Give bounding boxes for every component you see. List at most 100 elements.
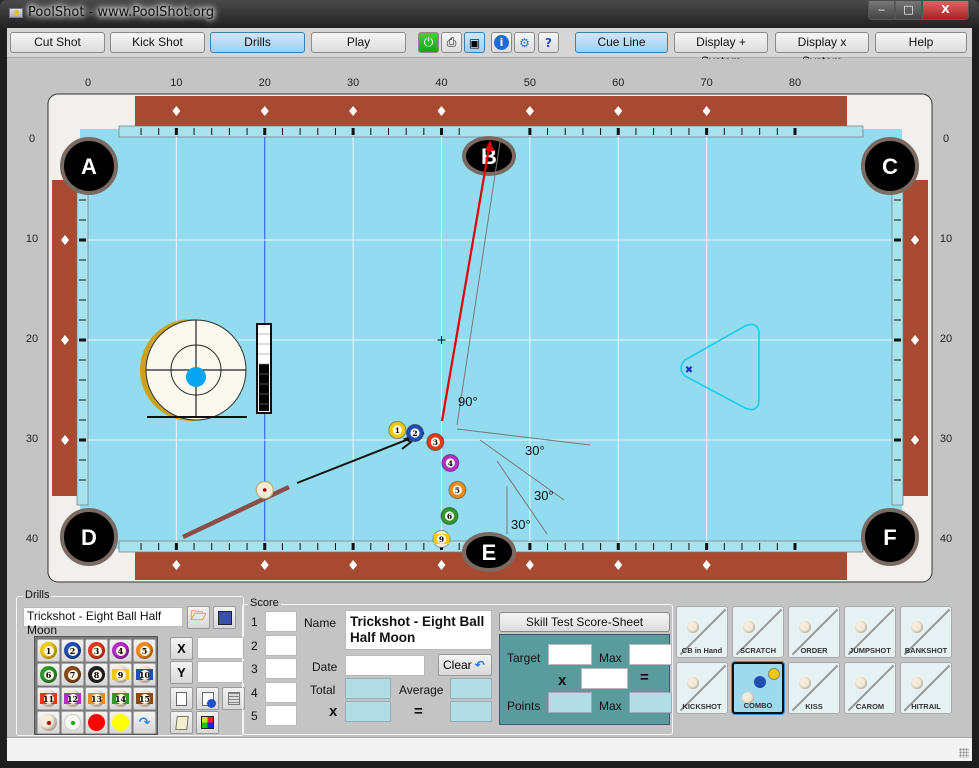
play-button[interactable]: Play <box>311 32 406 53</box>
y-coordinate-input[interactable] <box>197 661 244 683</box>
ball-button-12[interactable]: 12 <box>61 687 84 710</box>
color-grid-icon <box>201 716 214 729</box>
skill-test-score-sheet-button[interactable]: Skill Test Score-Sheet <box>499 612 670 632</box>
new-drill-button[interactable] <box>170 687 193 710</box>
ball-button-9[interactable]: 9 <box>109 663 132 686</box>
ball-button-11[interactable]: 11 <box>37 687 60 710</box>
app-logo-icon <box>9 8 23 18</box>
shot-type-kickshot-button[interactable]: KICKSHOT <box>676 662 728 714</box>
cut-shot-button[interactable]: Cut Shot <box>10 32 105 53</box>
rail-tick <box>370 128 372 135</box>
maximize-button[interactable]: □ <box>895 1 922 20</box>
title-bar[interactable]: PoolShot - www.PoolShot.org ‒ □ X <box>0 0 979 28</box>
multiplier-input[interactable] <box>581 668 628 689</box>
ball-button-8[interactable]: 8 <box>85 663 108 686</box>
yellow-marker-button[interactable] <box>109 711 132 734</box>
ball-button-2[interactable]: 2 <box>61 639 84 662</box>
power-icon: ⏻ <box>423 35 434 49</box>
score-row-input[interactable] <box>265 705 297 726</box>
ball-button-3[interactable]: 3 <box>85 639 108 662</box>
minimize-button[interactable]: ‒ <box>868 1 895 20</box>
ball-button-6[interactable]: 6 <box>37 663 60 686</box>
open-drill-button[interactable]: 🗁 <box>187 606 210 629</box>
object-ball-1[interactable]: 1 <box>388 421 407 439</box>
score-name-input[interactable]: Trickshot - Eight Ball Half Moon <box>345 610 492 650</box>
red-marker-button[interactable] <box>85 711 108 734</box>
resize-grip[interactable] <box>959 748 969 758</box>
english-hit-point[interactable] <box>186 367 206 387</box>
shot-type-hitrail-button[interactable]: HITRAIL <box>900 662 952 714</box>
x-coordinate-input[interactable] <box>197 637 244 659</box>
rail-tick <box>79 459 86 461</box>
edit-notes-button[interactable] <box>170 711 193 734</box>
settings-gear-icon: ⚙ <box>519 35 530 50</box>
ball-button-5[interactable]: 5 <box>133 639 156 662</box>
score-row-input[interactable] <box>265 658 297 679</box>
object-ball-6[interactable]: 6 <box>440 507 459 525</box>
ball-button-13[interactable]: 13 <box>85 687 108 710</box>
help-document-button[interactable]: ? <box>538 32 559 53</box>
x-tick-label: 0 <box>84 77 92 89</box>
object-ball-2[interactable]: 2 <box>405 424 424 442</box>
score-row-input[interactable] <box>265 611 297 632</box>
x-button[interactable]: X <box>170 637 193 660</box>
shot-type-carom-button[interactable]: CAROM <box>844 662 896 714</box>
object-ball-9[interactable]: 9 <box>432 530 451 548</box>
pocket-label: F <box>883 525 896 550</box>
power-button[interactable]: ⏻ <box>418 32 439 53</box>
rail-tick <box>741 543 743 550</box>
rail-tick <box>723 543 725 550</box>
close-button[interactable]: X <box>922 1 969 20</box>
cue-line-button[interactable]: Cue Line <box>575 32 668 53</box>
shot-type-label: SCRATCH <box>739 646 777 655</box>
rail-tick <box>281 543 283 550</box>
shot-type-cb-in-hand-button[interactable]: CB in Hand <box>676 606 728 658</box>
result-field <box>450 701 492 722</box>
rail-tick <box>370 543 372 550</box>
kick-shot-button[interactable]: Kick Shot <box>110 32 205 53</box>
drills-button[interactable]: Drills <box>210 32 305 53</box>
ball-button-14[interactable]: 14 <box>109 687 132 710</box>
pool-table[interactable]: A B CDEF✖90°30°30°30°1 234569 <box>7 59 972 619</box>
info-button[interactable]: i <box>491 32 512 53</box>
ball-button-4[interactable]: 4 <box>109 639 132 662</box>
settings-button[interactable]: ⚙ <box>514 32 535 53</box>
save-drill-button[interactable] <box>213 606 236 629</box>
ghost-ball-button[interactable] <box>61 711 84 734</box>
target-max-input[interactable] <box>629 644 672 665</box>
score-row-input[interactable] <box>265 681 297 703</box>
ball-number: 9 <box>115 669 126 680</box>
cue-ball-button[interactable] <box>37 711 60 734</box>
rail-tick <box>600 128 602 135</box>
drill-help-button[interactable] <box>196 687 219 710</box>
ball-button-10[interactable]: 10 <box>133 663 156 686</box>
redo-arrow-button[interactable]: ↷ <box>133 711 156 734</box>
object-ball-3[interactable]: 3 <box>426 433 445 451</box>
ball-button-15[interactable]: 15 <box>133 687 156 710</box>
date-input[interactable] <box>345 655 425 676</box>
display-plus-system-button[interactable]: Display + System <box>674 32 768 68</box>
y-button[interactable]: Y <box>170 661 193 684</box>
clear-label: Clear <box>443 658 472 672</box>
shot-type-combo-button[interactable]: COMBO <box>732 662 784 714</box>
shot-type-jumpshot-button[interactable]: JUMPSHOT <box>844 606 896 658</box>
pool-table-area[interactable]: A B C D E F ✖ 90° 30° 30° 30° 1 2 3 4 5 6 9 0 10 20 30 40 50 60… <box>7 59 972 619</box>
target-input[interactable] <box>548 644 592 665</box>
object-ball-5[interactable]: 5 <box>448 481 467 499</box>
rail-tick <box>776 543 778 550</box>
drill-name-input[interactable]: Trickshot - Eight Ball Half Moon <box>23 607 183 637</box>
clear-button[interactable]: Clear ↶ <box>438 654 492 676</box>
shot-type-scratch-button[interactable]: SCRATCH <box>732 606 784 658</box>
help-button[interactable]: Help <box>875 32 967 53</box>
ball-button-7[interactable]: 7 <box>61 663 84 686</box>
ball-button-1[interactable]: 1 <box>37 639 60 662</box>
screenshot-button[interactable]: ▣ <box>464 32 485 53</box>
print-button[interactable]: ⎙ <box>441 32 462 53</box>
score-row-input[interactable] <box>265 634 297 656</box>
display-x-system-button[interactable]: Display x System <box>775 32 869 68</box>
color-palette-button[interactable] <box>196 711 219 734</box>
object-ball-4[interactable]: 4 <box>441 454 460 472</box>
shot-type-kiss-button[interactable]: KISS <box>788 662 840 714</box>
shot-type-bankshot-button[interactable]: BANKSHOT <box>900 606 952 658</box>
shot-type-order-button[interactable]: ORDER <box>788 606 840 658</box>
